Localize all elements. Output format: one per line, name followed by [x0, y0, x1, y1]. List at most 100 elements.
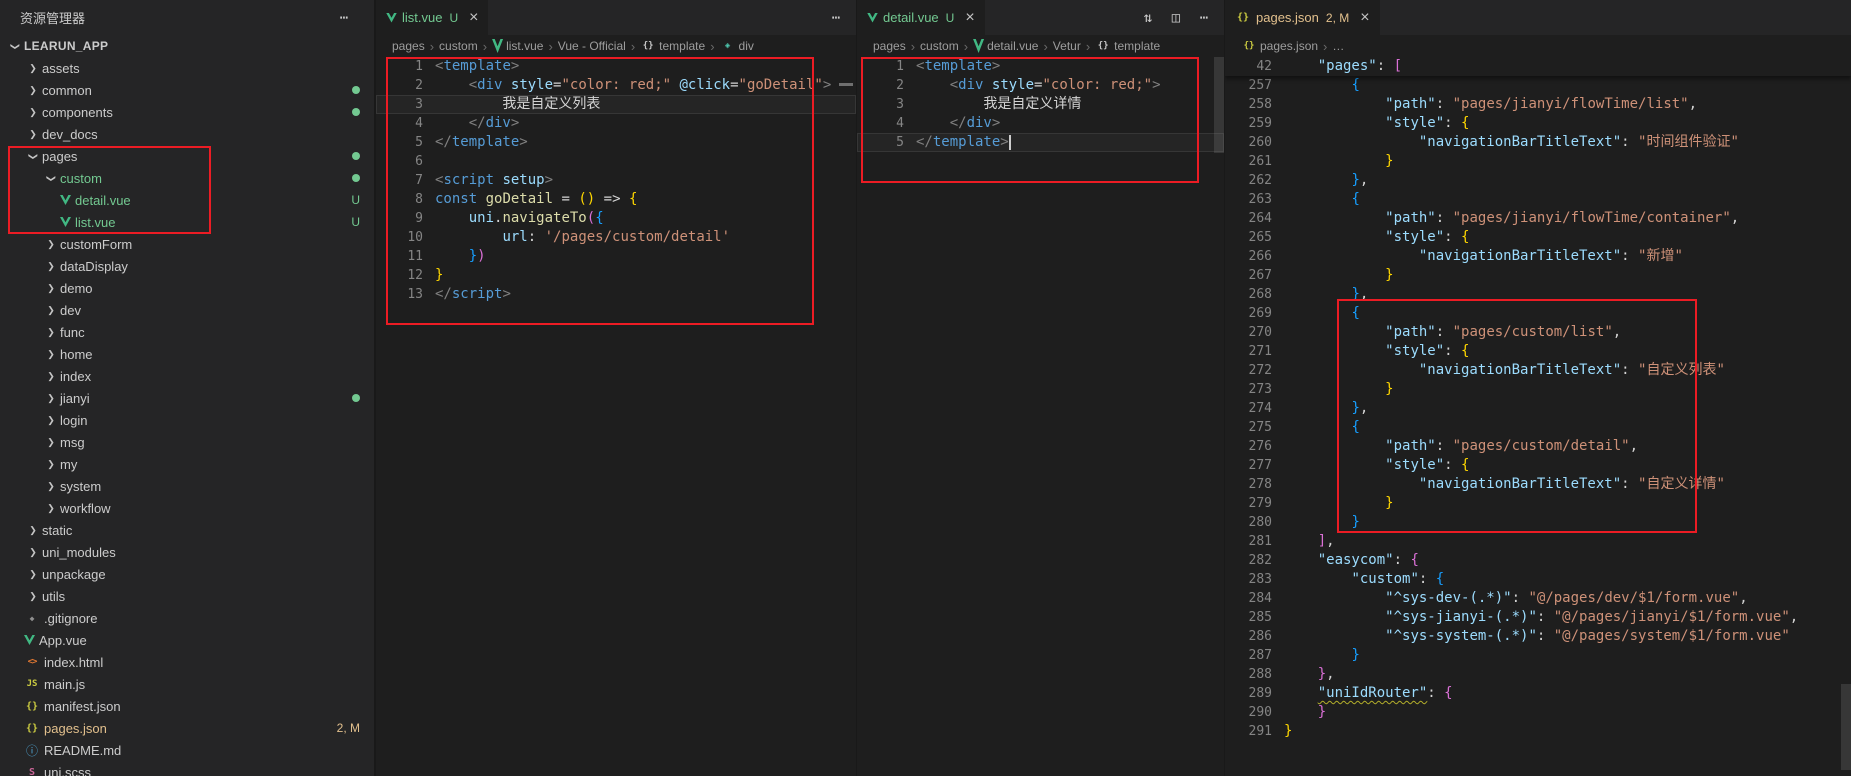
code-editor-detail-vue[interactable]: 1<template>2 <div style="color: red;">3 … [857, 57, 1224, 776]
chevron-right-icon[interactable]: ❯ [42, 305, 60, 316]
sidebar-item-pages[interactable]: ❯pages [0, 145, 374, 167]
code-line-265[interactable]: 265 "style": { [1225, 228, 1851, 247]
chevron-right-icon[interactable]: ❯ [42, 371, 60, 382]
sidebar-item-custom[interactable]: ❯custom [0, 167, 374, 189]
chevron-right-icon[interactable]: ❯ [42, 327, 60, 338]
chevron-right-icon[interactable]: ❯ [24, 547, 42, 558]
chevron-down-icon[interactable]: ❯ [46, 169, 57, 187]
chevron-right-icon[interactable]: ❯ [42, 459, 60, 470]
sidebar-item-system[interactable]: ❯system [0, 475, 374, 497]
chevron-right-icon[interactable]: ❯ [42, 415, 60, 426]
chevron-right-icon[interactable]: ❯ [24, 85, 42, 96]
ellipsis-button[interactable]: ⋯ [332, 6, 356, 30]
breadcrumb-item[interactable]: Vue - Official [558, 39, 626, 53]
close-icon[interactable]: × [1360, 10, 1369, 26]
chevron-down-icon[interactable]: ❯ [10, 37, 21, 55]
code-line-283[interactable]: 283 "custom": { [1225, 570, 1851, 589]
sidebar-item-gitignore[interactable]: ◆.gitignore [0, 607, 374, 629]
chevron-right-icon[interactable]: ❯ [42, 481, 60, 492]
code-line-290[interactable]: 290 } [1225, 703, 1851, 722]
code-line-289[interactable]: 289 "uniIdRouter": { [1225, 684, 1851, 703]
chevron-right-icon[interactable]: ❯ [24, 63, 42, 74]
sidebar-item-dev[interactable]: ❯dev [0, 299, 374, 321]
code-editor-pages-json[interactable]: 42 "pages": [ 257 {258 "path": "pages/ji… [1225, 57, 1851, 776]
sidebar-item-app-vue[interactable]: App.vue [0, 629, 374, 651]
code-line-12[interactable]: 12} [376, 266, 856, 285]
sidebar-item-customform[interactable]: ❯customForm [0, 233, 374, 255]
sidebar-item-index-html[interactable]: <>index.html [0, 651, 374, 673]
code-line-5[interactable]: 5</template> [376, 133, 856, 152]
code-line-260[interactable]: 260 "navigationBarTitleText": "时间组件验证" [1225, 133, 1851, 152]
code-line-261[interactable]: 261 } [1225, 152, 1851, 171]
breadcrumb-item[interactable]: {}template [1095, 39, 1160, 53]
sidebar-item-main-js[interactable]: JSmain.js [0, 673, 374, 695]
code-line-4[interactable]: 4 </div> [376, 114, 856, 133]
sidebar-item-index[interactable]: ❯index [0, 365, 374, 387]
sidebar-item-common[interactable]: ❯common [0, 79, 374, 101]
code-line-4[interactable]: 4 </div> [857, 114, 1224, 133]
code-line-266[interactable]: 266 "navigationBarTitleText": "新增" [1225, 247, 1851, 266]
breadcrumb-item[interactable]: custom [920, 39, 959, 53]
sidebar-item-my[interactable]: ❯my [0, 453, 374, 475]
code-line-10[interactable]: 10 url: '/pages/custom/detail' [376, 228, 856, 247]
sidebar-item-detail-vue[interactable]: detail.vueU [0, 189, 374, 211]
code-line-282[interactable]: 282 "easycom": { [1225, 551, 1851, 570]
scrollbar-thumb[interactable] [1841, 684, 1851, 770]
chevron-down-icon[interactable]: ❯ [28, 147, 39, 165]
sidebar-item-uni-scss[interactable]: Suni.scss [0, 761, 374, 776]
code-line-42[interactable]: 42 "pages": [ [1225, 57, 1851, 76]
chevron-right-icon[interactable]: ❯ [42, 239, 60, 250]
tab-list-vue[interactable]: list.vue U × [376, 0, 489, 35]
sidebar-item-demo[interactable]: ❯demo [0, 277, 374, 299]
sidebar-item-assets[interactable]: ❯assets [0, 57, 374, 79]
sidebar-item-static[interactable]: ❯static [0, 519, 374, 541]
sidebar-item-msg[interactable]: ❯msg [0, 431, 374, 453]
sidebar-item-func[interactable]: ❯func [0, 321, 374, 343]
code-line-1[interactable]: 1<template> [376, 57, 856, 76]
breadcrumb-item[interactable]: detail.vue [973, 39, 1038, 53]
chevron-right-icon[interactable]: ❯ [42, 393, 60, 404]
code-line-6[interactable]: 6 [376, 152, 856, 171]
breadcrumb-item[interactable]: … [1332, 39, 1344, 53]
code-line-263[interactable]: 263 { [1225, 190, 1851, 209]
tab-pages-json[interactable]: {} pages.json 2, M × [1225, 0, 1381, 35]
chevron-right-icon[interactable]: ❯ [42, 261, 60, 272]
code-line-9[interactable]: 9 uni.navigateTo({ [376, 209, 856, 228]
sidebar-item-login[interactable]: ❯login [0, 409, 374, 431]
sidebar-item-readme-md[interactable]: ⓘREADME.md [0, 739, 374, 761]
tab-detail-vue[interactable]: detail.vue U × [857, 0, 986, 35]
code-line-3[interactable]: 3 我是自定义详情 [857, 95, 1224, 114]
code-line-285[interactable]: 285 "^sys-jianyi-(.*)": "@/pages/jianyi/… [1225, 608, 1851, 627]
breadcrumb-item[interactable]: custom [439, 39, 478, 53]
code-line-281[interactable]: 281 ], [1225, 532, 1851, 551]
code-line-270[interactable]: 270 "path": "pages/custom/list", [1225, 323, 1851, 342]
sidebar-item-jianyi[interactable]: ❯jianyi [0, 387, 374, 409]
code-line-272[interactable]: 272 "navigationBarTitleText": "自定义列表" [1225, 361, 1851, 380]
code-line-268[interactable]: 268 }, [1225, 285, 1851, 304]
code-line-3[interactable]: 3 我是自定义列表 [376, 95, 856, 114]
ellipsis-button[interactable]: ⋯ [1192, 6, 1216, 30]
code-line-287[interactable]: 287 } [1225, 646, 1851, 665]
chevron-right-icon[interactable]: ❯ [24, 129, 42, 140]
chevron-right-icon[interactable]: ❯ [24, 591, 42, 602]
close-icon[interactable]: × [469, 10, 478, 26]
code-line-284[interactable]: 284 "^sys-dev-(.*)": "@/pages/dev/$1/for… [1225, 589, 1851, 608]
code-line-280[interactable]: 280 } [1225, 513, 1851, 532]
code-line-274[interactable]: 274 }, [1225, 399, 1851, 418]
sidebar-item-list-vue[interactable]: list.vueU [0, 211, 374, 233]
code-line-1[interactable]: 1<template> [857, 57, 1224, 76]
code-line-257[interactable]: 257 { [1225, 76, 1851, 95]
chevron-right-icon[interactable]: ❯ [24, 107, 42, 118]
code-line-264[interactable]: 264 "path": "pages/jianyi/flowTime/conta… [1225, 209, 1851, 228]
breadcrumb-item[interactable]: ◈div [720, 39, 754, 53]
sidebar-item-dev-docs[interactable]: ❯dev_docs [0, 123, 374, 145]
code-line-267[interactable]: 267 } [1225, 266, 1851, 285]
code-line-276[interactable]: 276 "path": "pages/custom/detail", [1225, 437, 1851, 456]
code-line-262[interactable]: 262 }, [1225, 171, 1851, 190]
code-line-259[interactable]: 259 "style": { [1225, 114, 1851, 133]
breadcrumb-item[interactable]: pages [392, 39, 425, 53]
chevron-right-icon[interactable]: ❯ [42, 503, 60, 514]
breadcrumb-item[interactable]: list.vue [492, 39, 543, 53]
sidebar-item-uni-modules[interactable]: ❯uni_modules [0, 541, 374, 563]
chevron-right-icon[interactable]: ❯ [42, 437, 60, 448]
